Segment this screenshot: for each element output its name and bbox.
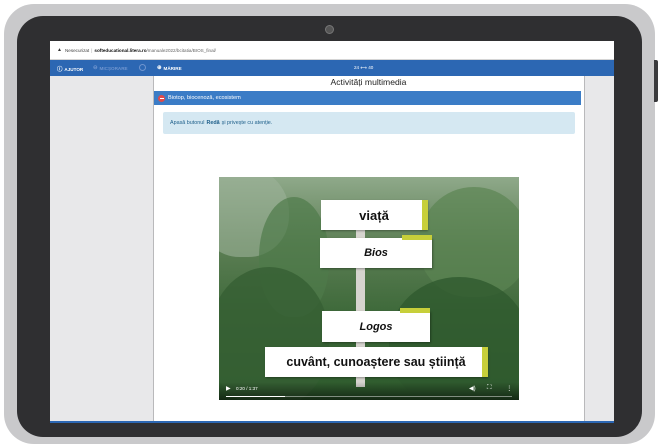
video-progress-fill (226, 396, 285, 397)
screen: ▲ Nesecurizat | softeducational.litera.r… (50, 41, 614, 423)
tablet-side-button (654, 60, 658, 102)
page-border-left (153, 76, 154, 423)
zoom-in-button[interactable]: ⊕ MĂRIRE (157, 65, 182, 71)
warning-icon: ▲ (57, 47, 62, 53)
zoom-out-label: MICȘORARE (99, 65, 128, 71)
sign-accent (400, 308, 430, 313)
zoom-reset-icon[interactable] (139, 64, 146, 71)
sign-cuvant-text: cuvânt, cunoaștere sau știință (286, 355, 466, 369)
url-path: /manuale2022/bcitatia/BIOS_final/ (146, 47, 216, 53)
collapse-icon[interactable] (158, 94, 165, 102)
instruction-box: Apasă butonul Redă și privește cu atenți… (163, 112, 575, 134)
app-toolbar: ⓘ AJUTOR ⊖ MICȘORARE ⊕ MĂRIRE 24 ⟷ 40 (50, 60, 614, 76)
sign-logos: Logos (322, 308, 430, 342)
sign-accent (402, 235, 432, 240)
url-host: softeducational.litera.ro (94, 47, 147, 53)
video-time: 0:20 / 1:37 (236, 386, 258, 391)
help-label: AJUTOR (64, 66, 84, 72)
help-icon: ⓘ (57, 67, 63, 73)
section-title: Biotop, biocenoză, ecosistem (168, 95, 241, 101)
zoom-out-icon: ⊖ (93, 65, 98, 71)
play-icon[interactable]: ▶ (226, 385, 231, 392)
zoom-in-label: MĂRIRE (163, 65, 182, 71)
instruction-text-bold: Redă (206, 120, 220, 126)
section-header[interactable]: Biotop, biocenoză, ecosistem (154, 91, 581, 105)
page-indicator: 24 ⟷ 40 (354, 65, 374, 70)
sign-viata: viață (321, 200, 428, 230)
sign-accent (422, 200, 428, 230)
security-label: Nesecurizat (64, 47, 90, 53)
sign-cuvant: cuvânt, cunoaștere sau știință (265, 347, 488, 377)
zoom-out-button[interactable]: ⊖ MICȘORARE (93, 65, 128, 71)
video-controls: ▶ 0:20 / 1:37 ◀) ⛶ ⋮ (219, 382, 519, 400)
page-title: Activități multimedia (330, 77, 407, 87)
sign-bios: Bios (320, 235, 432, 268)
sign-accent (482, 347, 488, 377)
volume-icon[interactable]: ◀) (469, 385, 476, 392)
bottom-strip (50, 421, 614, 423)
more-options-icon[interactable]: ⋮ (506, 384, 513, 392)
fullscreen-icon[interactable]: ⛶ (487, 384, 492, 392)
sign-logos-text: Logos (359, 320, 393, 333)
instruction-text-post: și privește cu atenție. (221, 120, 273, 126)
url-separator: | (91, 47, 93, 53)
sign-bios-text: Bios (364, 247, 388, 259)
video-player[interactable]: viață Bios Logos cuvânt, cunoaștere sau … (219, 177, 519, 400)
help-button[interactable]: ⓘ AJUTOR (57, 65, 84, 74)
camera-icon (325, 25, 334, 34)
address-bar[interactable]: ▲ Nesecurizat | softeducational.litera.r… (50, 41, 614, 60)
zoom-in-icon: ⊕ (157, 65, 162, 71)
instruction-text-pre: Apasă butonul (170, 120, 205, 126)
video-progress-bar[interactable] (226, 396, 512, 397)
sign-viata-text: viață (359, 207, 389, 223)
page-border-right (584, 76, 585, 423)
